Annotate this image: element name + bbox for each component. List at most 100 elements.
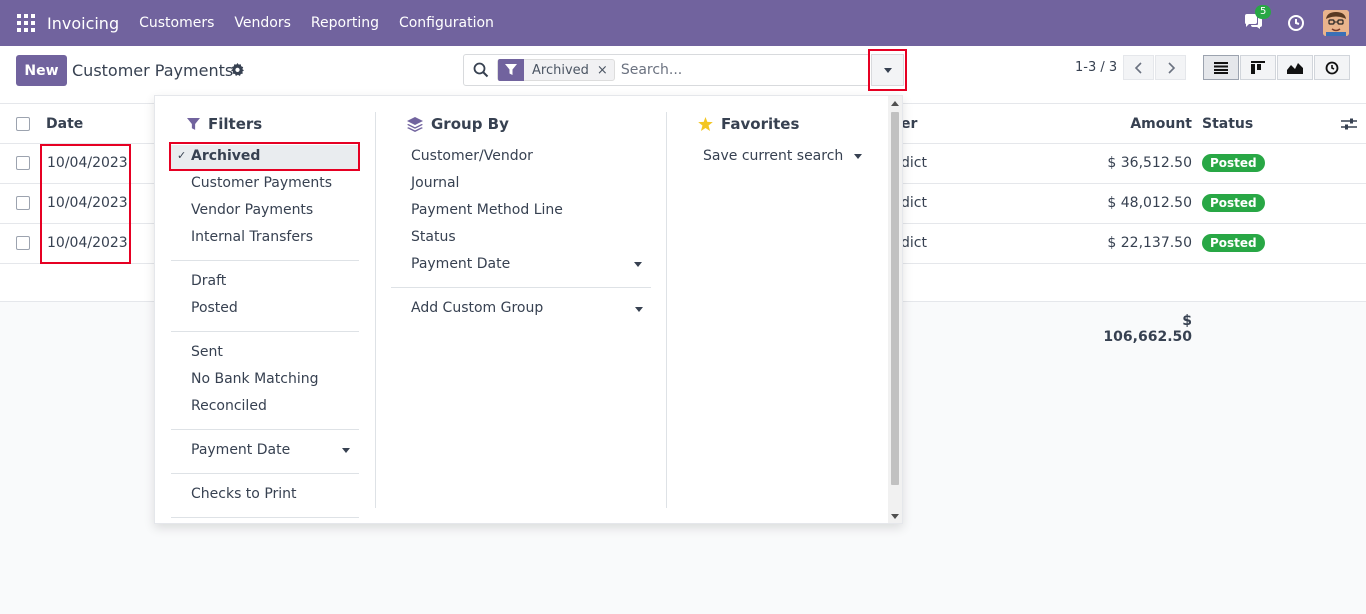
apps-grid-icon[interactable] (17, 14, 35, 32)
caret-down-icon[interactable] (635, 307, 643, 312)
filter-payment-date[interactable]: Payment Date (191, 442, 290, 458)
filters-section: Filters (187, 112, 262, 136)
groupby-payment-date[interactable]: Payment Date (411, 256, 510, 272)
group-by-divider (391, 287, 651, 288)
row-amount: $ 48,012.50 (1107, 195, 1192, 211)
check-icon: ✓ (177, 149, 187, 162)
chat-count-badge: 5 (1255, 5, 1272, 19)
app-name[interactable]: Invoicing (47, 14, 119, 33)
facet-label: Archived (532, 62, 589, 78)
menu-configuration[interactable]: Configuration (399, 15, 494, 31)
favorites-header: Favorites (698, 112, 799, 136)
group-by-header: Group By (407, 112, 509, 136)
filter-icon (187, 117, 200, 130)
group-by-section: Group By (407, 112, 509, 136)
row-checkbox[interactable] (16, 196, 30, 210)
row-amount: $ 22,137.50 (1107, 235, 1192, 251)
gear-icon[interactable] (231, 63, 244, 76)
menu-reporting[interactable]: Reporting (311, 15, 379, 31)
pager-previous-button[interactable] (1123, 55, 1154, 80)
top-navbar: Invoicing Customers Vendors Reporting Co… (0, 0, 1366, 46)
search-bar[interactable]: Archived × (463, 54, 870, 86)
navbar-systray: 5 (1243, 0, 1366, 46)
pager-next-button[interactable] (1155, 55, 1186, 80)
filter-posted[interactable]: Posted (191, 300, 238, 316)
new-button[interactable]: New (16, 55, 67, 86)
row-date: 10/04/2023 (47, 195, 128, 211)
facet-remove-icon[interactable]: × (597, 63, 614, 78)
optional-columns-toggle-icon[interactable] (1341, 117, 1357, 135)
row-partner: dict (901, 235, 927, 251)
search-panel-dropdown: Filters ✓ Archived Customer Payments Ven… (154, 95, 903, 524)
groupby-journal[interactable]: Journal (411, 175, 459, 191)
filters-divider (171, 260, 359, 261)
filter-sent[interactable]: Sent (191, 344, 223, 360)
activity-view-button[interactable] (1314, 55, 1350, 80)
menu-vendors[interactable]: Vendors (234, 15, 290, 31)
page-title[interactable]: Customer Payments (72, 61, 233, 80)
scrollbar-thumb[interactable] (891, 112, 899, 485)
kanban-view-button[interactable] (1240, 55, 1276, 80)
filter-vendor-payments[interactable]: Vendor Payments (191, 202, 313, 218)
row-partner: dict (901, 155, 927, 171)
column-header-amount[interactable]: Amount (1100, 116, 1192, 132)
caret-down-icon (883, 67, 892, 73)
caret-down-icon[interactable] (342, 448, 350, 453)
menu-customers[interactable]: Customers (139, 15, 214, 31)
caret-down-icon[interactable] (854, 154, 862, 159)
search-icon[interactable] (473, 62, 489, 78)
status-badge: Posted (1202, 194, 1265, 212)
filters-divider (171, 331, 359, 332)
search-input[interactable] (620, 62, 861, 78)
column-header-date[interactable]: Date (46, 116, 83, 132)
filter-reconciled[interactable]: Reconciled (191, 398, 267, 414)
filter-customer-payments[interactable]: Customer Payments (191, 175, 332, 191)
favorites-title: Favorites (721, 115, 800, 133)
filters-header: Filters (187, 112, 262, 136)
search-panel-toggle-button[interactable] (871, 54, 904, 86)
column-header-status[interactable]: Status (1202, 116, 1253, 132)
save-current-search[interactable]: Save current search (703, 148, 843, 164)
column-divider (375, 112, 376, 508)
filter-no-bank-matching[interactable]: No Bank Matching (191, 371, 318, 387)
row-amount: $ 36,512.50 (1107, 155, 1192, 171)
favorites-section: Favorites (698, 112, 799, 136)
pager-value[interactable]: 1-3 / 3 (1075, 60, 1117, 75)
layers-icon (407, 116, 423, 132)
row-partner: dict (901, 195, 927, 211)
scroll-down-arrow-icon[interactable] (891, 514, 899, 519)
amount-grand-total: $ 106,662.50 (1103, 313, 1192, 345)
column-divider (666, 112, 667, 508)
chat-icon[interactable]: 5 (1243, 5, 1272, 33)
row-date: 10/04/2023 (47, 235, 128, 251)
filters-divider (171, 473, 359, 474)
row-checkbox[interactable] (16, 236, 30, 250)
filters-divider (171, 429, 359, 430)
search-facet-archived[interactable]: Archived × (497, 59, 615, 81)
add-custom-group-select[interactable]: Add Custom Group (411, 300, 543, 316)
groupby-customer-vendor[interactable]: Customer/Vendor (411, 148, 533, 164)
filter-archived[interactable]: Archived (191, 148, 260, 164)
dropdown-scrollbar[interactable] (888, 96, 902, 523)
groupby-payment-method-line[interactable]: Payment Method Line (411, 202, 563, 218)
activity-clock-icon[interactable] (1287, 14, 1305, 32)
star-icon (698, 117, 713, 131)
status-badge: Posted (1202, 234, 1265, 252)
groupby-status[interactable]: Status (411, 229, 456, 245)
row-date: 10/04/2023 (47, 155, 128, 171)
row-checkbox[interactable] (16, 156, 30, 170)
column-header-partner[interactable]: er (901, 116, 917, 132)
user-avatar[interactable] (1323, 10, 1349, 36)
filter-checks-to-print[interactable]: Checks to Print (191, 486, 297, 502)
filter-icon (498, 59, 524, 81)
select-all-checkbox[interactable] (16, 117, 30, 131)
caret-down-icon[interactable] (634, 262, 642, 267)
group-by-title: Group By (431, 115, 509, 133)
list-view-button[interactable] (1203, 55, 1239, 80)
filter-internal-transfers[interactable]: Internal Transfers (191, 229, 313, 245)
graph-view-button[interactable] (1277, 55, 1313, 80)
scroll-up-arrow-icon[interactable] (891, 101, 899, 106)
filters-divider (171, 517, 359, 518)
filter-draft[interactable]: Draft (191, 273, 226, 289)
filters-title: Filters (208, 115, 263, 133)
